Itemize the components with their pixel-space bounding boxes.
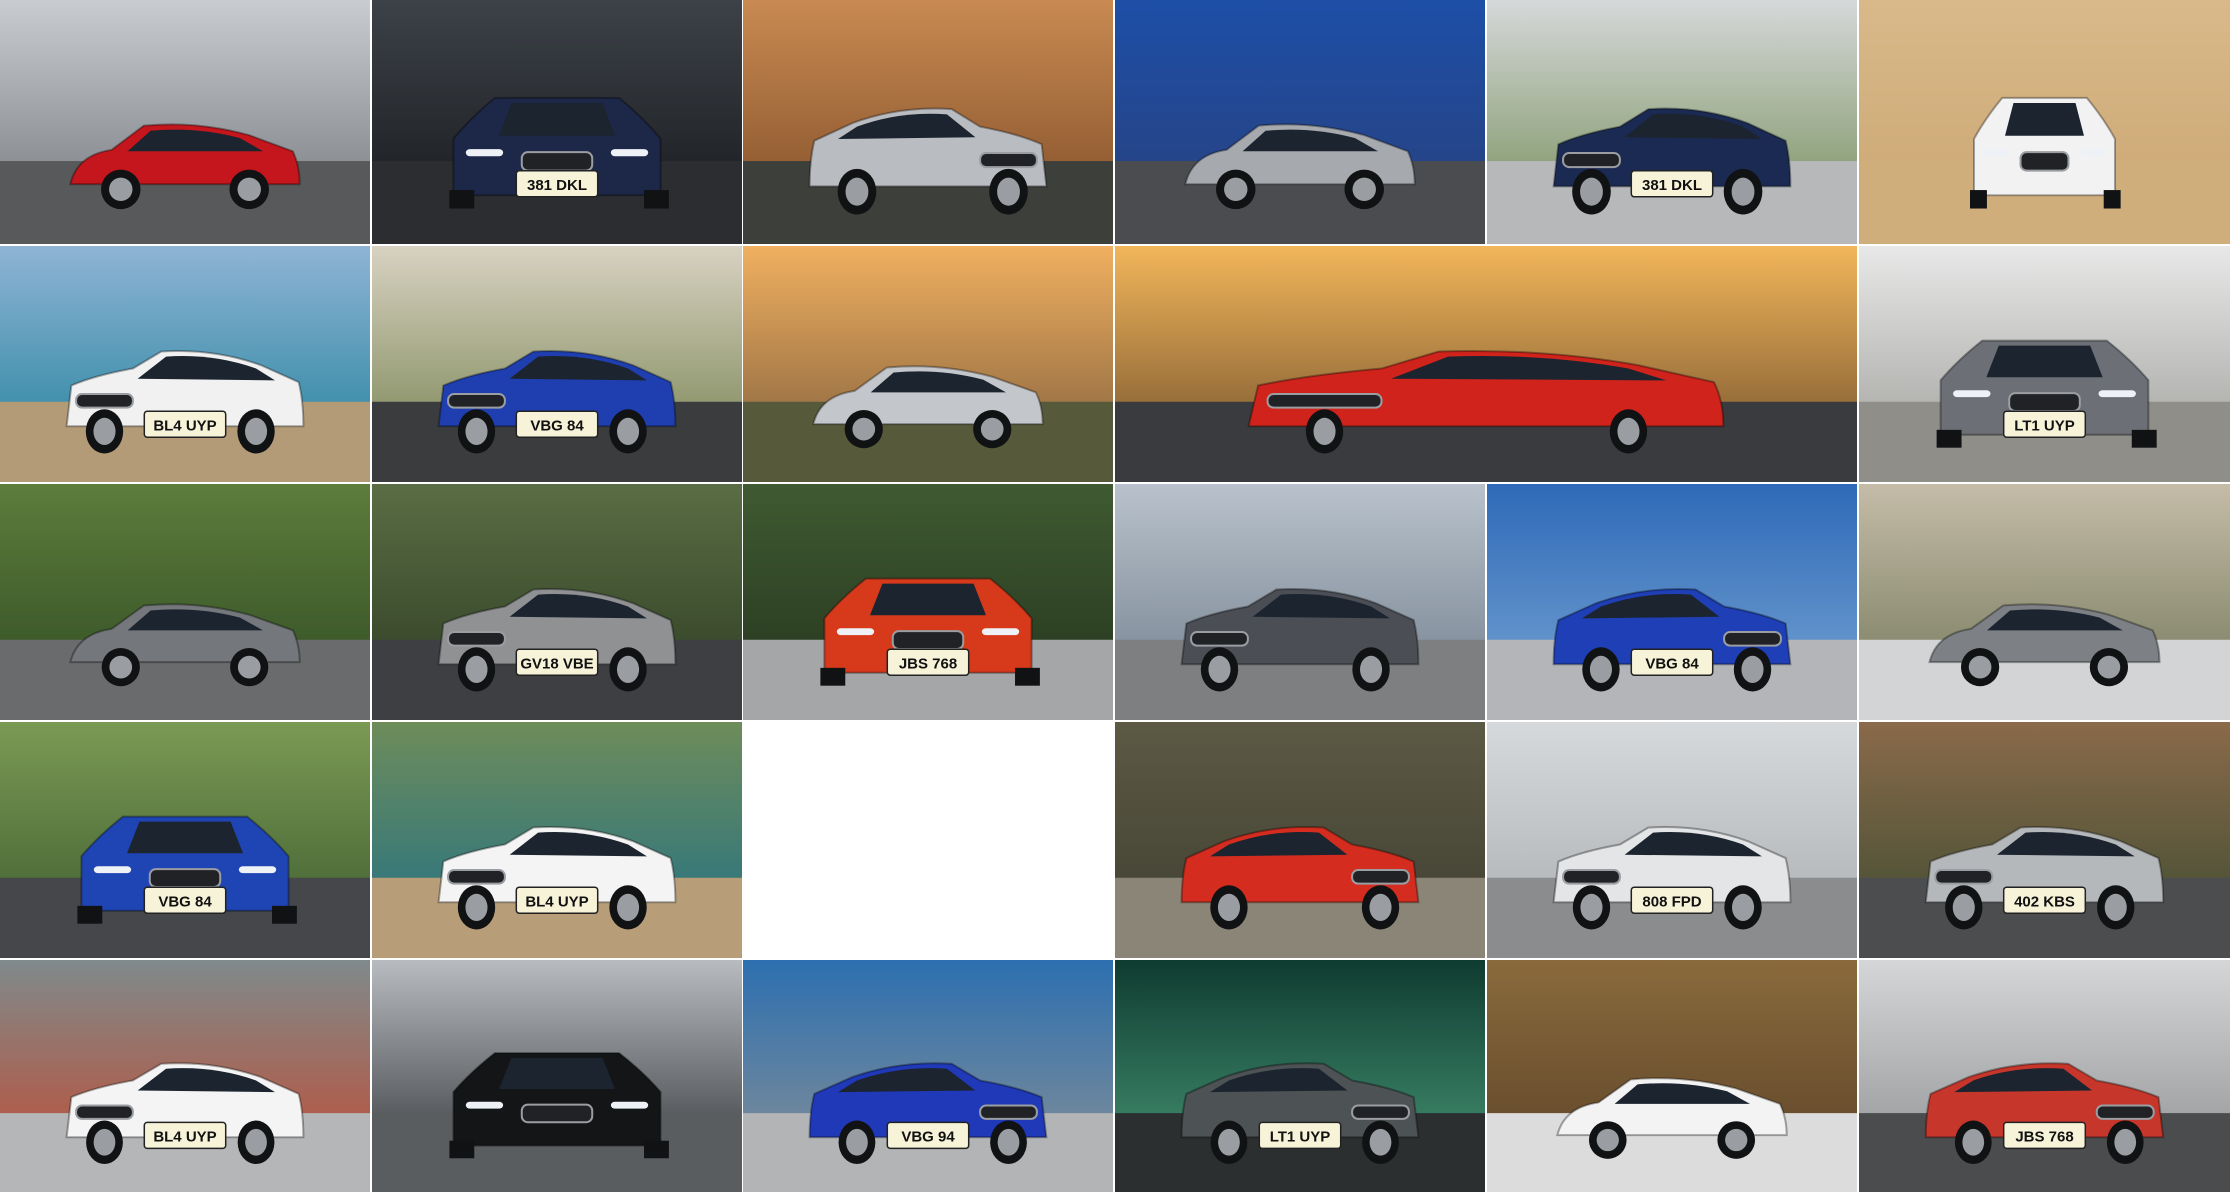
car-illustration — [1970, 96, 2121, 209]
car-photo-tile — [0, 0, 370, 244]
car-photo — [0, 484, 370, 720]
license-plate-text: JBS 768 — [2015, 1129, 2073, 1146]
car-photo-tile — [1115, 246, 1857, 482]
car-photo-tile: VBG 84 — [0, 722, 370, 958]
license-plate: VBG 84 — [143, 886, 227, 914]
car-photo-tile: BL4 UYP — [372, 722, 742, 958]
license-plate-text: 808 FPD — [1642, 893, 1701, 910]
license-plate: VBG 94 — [886, 1121, 970, 1150]
car-photo — [0, 0, 370, 244]
car-photo — [1859, 484, 2230, 720]
car-photo — [1115, 484, 1485, 720]
car-photo — [1859, 0, 2230, 244]
license-plate-text: VBG 94 — [901, 1129, 955, 1146]
license-plate: BL4 UYP — [143, 1121, 227, 1150]
car-photo — [1115, 246, 1857, 482]
car-photo-tile — [743, 0, 1113, 244]
car-photo: VBG 84 — [372, 246, 742, 482]
car-photo — [1487, 960, 1857, 1192]
car-photo-tile: 381 DKL — [1487, 0, 1857, 244]
license-plate-text: LT1 UYP — [2014, 417, 2075, 434]
car-photo-tile: 402 KBS — [1859, 722, 2230, 958]
license-plate: VBG 84 — [515, 410, 599, 438]
car-photo-tile: BL4 UYP — [0, 960, 370, 1192]
car-photo-tile — [743, 246, 1113, 482]
car-photo: GV18 VBE — [372, 484, 742, 720]
car-photo-tile: VBG 94 — [743, 960, 1113, 1192]
car-photo-tile: JBS 768 — [1859, 960, 2230, 1192]
car-photo-tile — [1859, 484, 2230, 720]
license-plate-text: VBG 84 — [1645, 655, 1699, 672]
car-photo-tile: BL4 UYP — [0, 246, 370, 482]
car-photo-tile: 808 FPD — [1487, 722, 1857, 958]
license-plate: LT1 UYP — [2002, 410, 2087, 438]
car-photo: BL4 UYP — [372, 722, 742, 958]
car-photo: LT1 UYP — [1859, 246, 2230, 482]
car-photo-tile: VBG 84 — [1487, 484, 1857, 720]
license-plate: LT1 UYP — [1258, 1121, 1342, 1150]
car-photo — [1115, 0, 1485, 244]
car-photo-tile: JBS 768 — [743, 484, 1113, 720]
car-photo-tile — [1115, 722, 1485, 958]
car-photo: LT1 UYP — [1115, 960, 1485, 1192]
license-plate-text: BL4 UYP — [153, 1129, 216, 1146]
license-plate: JBS 768 — [886, 648, 970, 676]
license-plate: 381 DKL — [515, 170, 599, 198]
car-photo — [743, 246, 1113, 482]
car-photo: VBG 84 — [1487, 484, 1857, 720]
car-photo: JBS 768 — [743, 484, 1113, 720]
car-photo: BL4 UYP — [0, 246, 370, 482]
car-photo: 402 KBS — [1859, 722, 2230, 958]
car-photo-tile — [1115, 484, 1485, 720]
license-plate-text: BL4 UYP — [153, 417, 216, 434]
car-photo-tile — [1487, 960, 1857, 1192]
car-photo-tile: LT1 UYP — [1115, 960, 1485, 1192]
car-photo — [1115, 722, 1485, 958]
car-photo-tile — [372, 960, 742, 1192]
car-photo-tile: LT1 UYP — [1859, 246, 2230, 482]
license-plate-text: JBS 768 — [899, 655, 957, 672]
license-plate: VBG 84 — [1630, 648, 1714, 676]
car-illustration — [449, 1052, 669, 1159]
car-photo: VBG 94 — [743, 960, 1113, 1192]
car-photo: JBS 768 — [1859, 960, 2230, 1192]
license-plate-text: 402 KBS — [2014, 893, 2075, 910]
car-photo-tile — [1859, 0, 2230, 244]
car-photo — [372, 960, 742, 1192]
car-photo — [743, 0, 1113, 244]
license-plate-text: 381 DKL — [1642, 177, 1702, 194]
license-plate-text: LT1 UYP — [1270, 1129, 1331, 1146]
license-plate: 381 DKL — [1630, 170, 1714, 198]
license-plate: 808 FPD — [1630, 886, 1714, 914]
license-plate: JBS 768 — [2002, 1121, 2087, 1150]
car-photo-tile: VBG 84 — [372, 246, 742, 482]
car-photo: 381 DKL — [1487, 0, 1857, 244]
license-plate-text: GV18 VBE — [520, 655, 593, 672]
car-photo-tile — [1115, 0, 1485, 244]
license-plate-text: 381 DKL — [527, 177, 587, 194]
car-photo-tile: 381 DKL — [372, 0, 742, 244]
car-photo-collage: 381 DKL 381 DKL BL4 UYP VBG 84 LT1 UYP GV18 V… — [0, 0, 2230, 1192]
license-plate: BL4 UYP — [515, 886, 599, 914]
car-photo-tile — [0, 484, 370, 720]
car-photo: BL4 UYP — [0, 960, 370, 1192]
car-photo: 808 FPD — [1487, 722, 1857, 958]
license-plate: BL4 UYP — [143, 410, 227, 438]
license-plate-text: VBG 84 — [530, 417, 584, 434]
license-plate: GV18 VBE — [515, 648, 599, 676]
car-photo: 381 DKL — [372, 0, 742, 244]
car-photo: VBG 84 — [0, 722, 370, 958]
license-plate: 402 KBS — [2002, 886, 2087, 914]
license-plate-text: VBG 84 — [158, 893, 212, 910]
car-photo-tile: GV18 VBE — [372, 484, 742, 720]
license-plate-text: BL4 UYP — [525, 893, 588, 910]
